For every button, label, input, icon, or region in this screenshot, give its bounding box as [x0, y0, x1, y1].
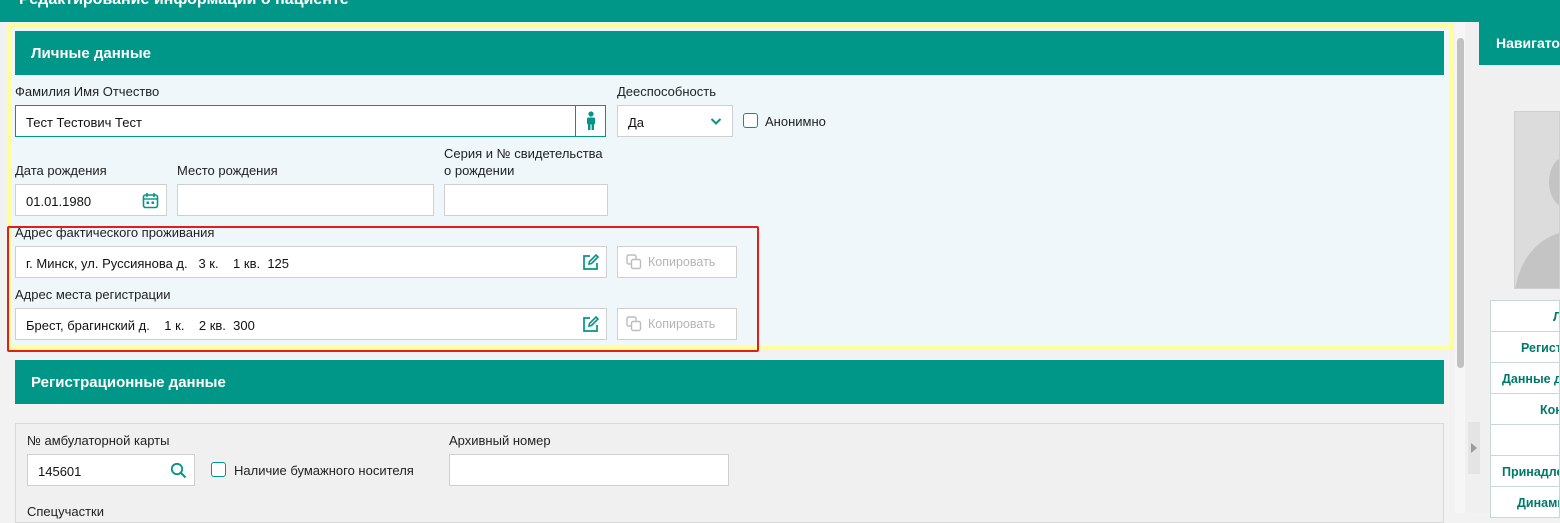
birthdate-value: 01.01.1980	[26, 194, 92, 209]
special-sites-label: Спецучастки	[27, 504, 105, 519]
capacity-select[interactable]: Да	[617, 105, 733, 137]
card-number-label: № амбулаторной карты	[27, 433, 170, 448]
nav-item-registration[interactable]: Регист	[1490, 331, 1560, 363]
personal-section-header[interactable]: Личные данные	[15, 31, 1444, 75]
registration-panel	[15, 423, 1444, 523]
birthplace-input[interactable]	[177, 184, 434, 216]
chevron-right-icon	[1471, 443, 1477, 453]
birth-cert-label-line2: о рождении	[444, 163, 515, 178]
archive-number-input[interactable]	[449, 454, 729, 486]
nav-item-dynamics[interactable]: Динами	[1490, 486, 1560, 518]
nav-item-blank[interactable]	[1490, 424, 1560, 456]
chevron-down-icon	[710, 118, 722, 125]
search-icon[interactable]	[170, 462, 187, 479]
navigator-title: Навигатор	[1496, 35, 1560, 51]
patient-photo	[1514, 111, 1560, 289]
birthplace-label: Место рождения	[177, 163, 278, 178]
card-number-input[interactable]: 145601	[27, 454, 195, 486]
birth-cert-input[interactable]	[444, 184, 608, 216]
card-number-value: 145601	[38, 464, 82, 479]
paper-carrier-label: Наличие бумажного носителя	[234, 463, 414, 478]
calendar-icon[interactable]	[142, 192, 159, 209]
archive-number-label: Архивный номер	[449, 433, 551, 448]
window-title-bar: Редактирование информации о пациенте	[0, 0, 1560, 22]
registration-section-header[interactable]: Регистрационные данные	[15, 360, 1444, 404]
anonymous-checkbox[interactable]	[743, 113, 758, 128]
fio-input[interactable]: Тест Тестович Тест	[15, 105, 576, 137]
person-icon	[586, 111, 595, 130]
nav-item-contacts[interactable]: Кон	[1490, 393, 1560, 425]
personal-section-title: Личные данные	[31, 45, 151, 62]
person-silhouette-icon	[1515, 158, 1559, 288]
fio-value: Тест Тестович Тест	[26, 115, 142, 130]
nav-item-personal[interactable]: Л	[1490, 300, 1560, 332]
paper-carrier-checkbox[interactable]	[211, 462, 226, 477]
scrollbar-thumb[interactable]	[1457, 38, 1464, 368]
address-highlight-frame	[7, 226, 759, 352]
navigator-header: Навигатор	[1479, 22, 1560, 65]
birthdate-input[interactable]: 01.01.1980	[15, 184, 167, 216]
capacity-value: Да	[628, 115, 645, 130]
collapse-navigator-tab[interactable]	[1468, 422, 1480, 474]
nav-item-affiliation[interactable]: Принадле	[1490, 455, 1560, 487]
anonymous-label: Анонимно	[765, 114, 826, 129]
registration-section-title: Регистрационные данные	[31, 374, 226, 391]
birthdate-label: Дата рождения	[15, 163, 107, 178]
window-title: Редактирование информации о пациенте	[19, 0, 349, 9]
person-button[interactable]	[575, 105, 606, 137]
fio-label: Фамилия Имя Отчество	[15, 84, 160, 99]
capacity-label: Дееспособность	[617, 84, 716, 99]
birth-cert-label-line1: Серия и № свидетельства	[444, 146, 603, 161]
nav-item-data[interactable]: Данные д	[1490, 362, 1560, 394]
